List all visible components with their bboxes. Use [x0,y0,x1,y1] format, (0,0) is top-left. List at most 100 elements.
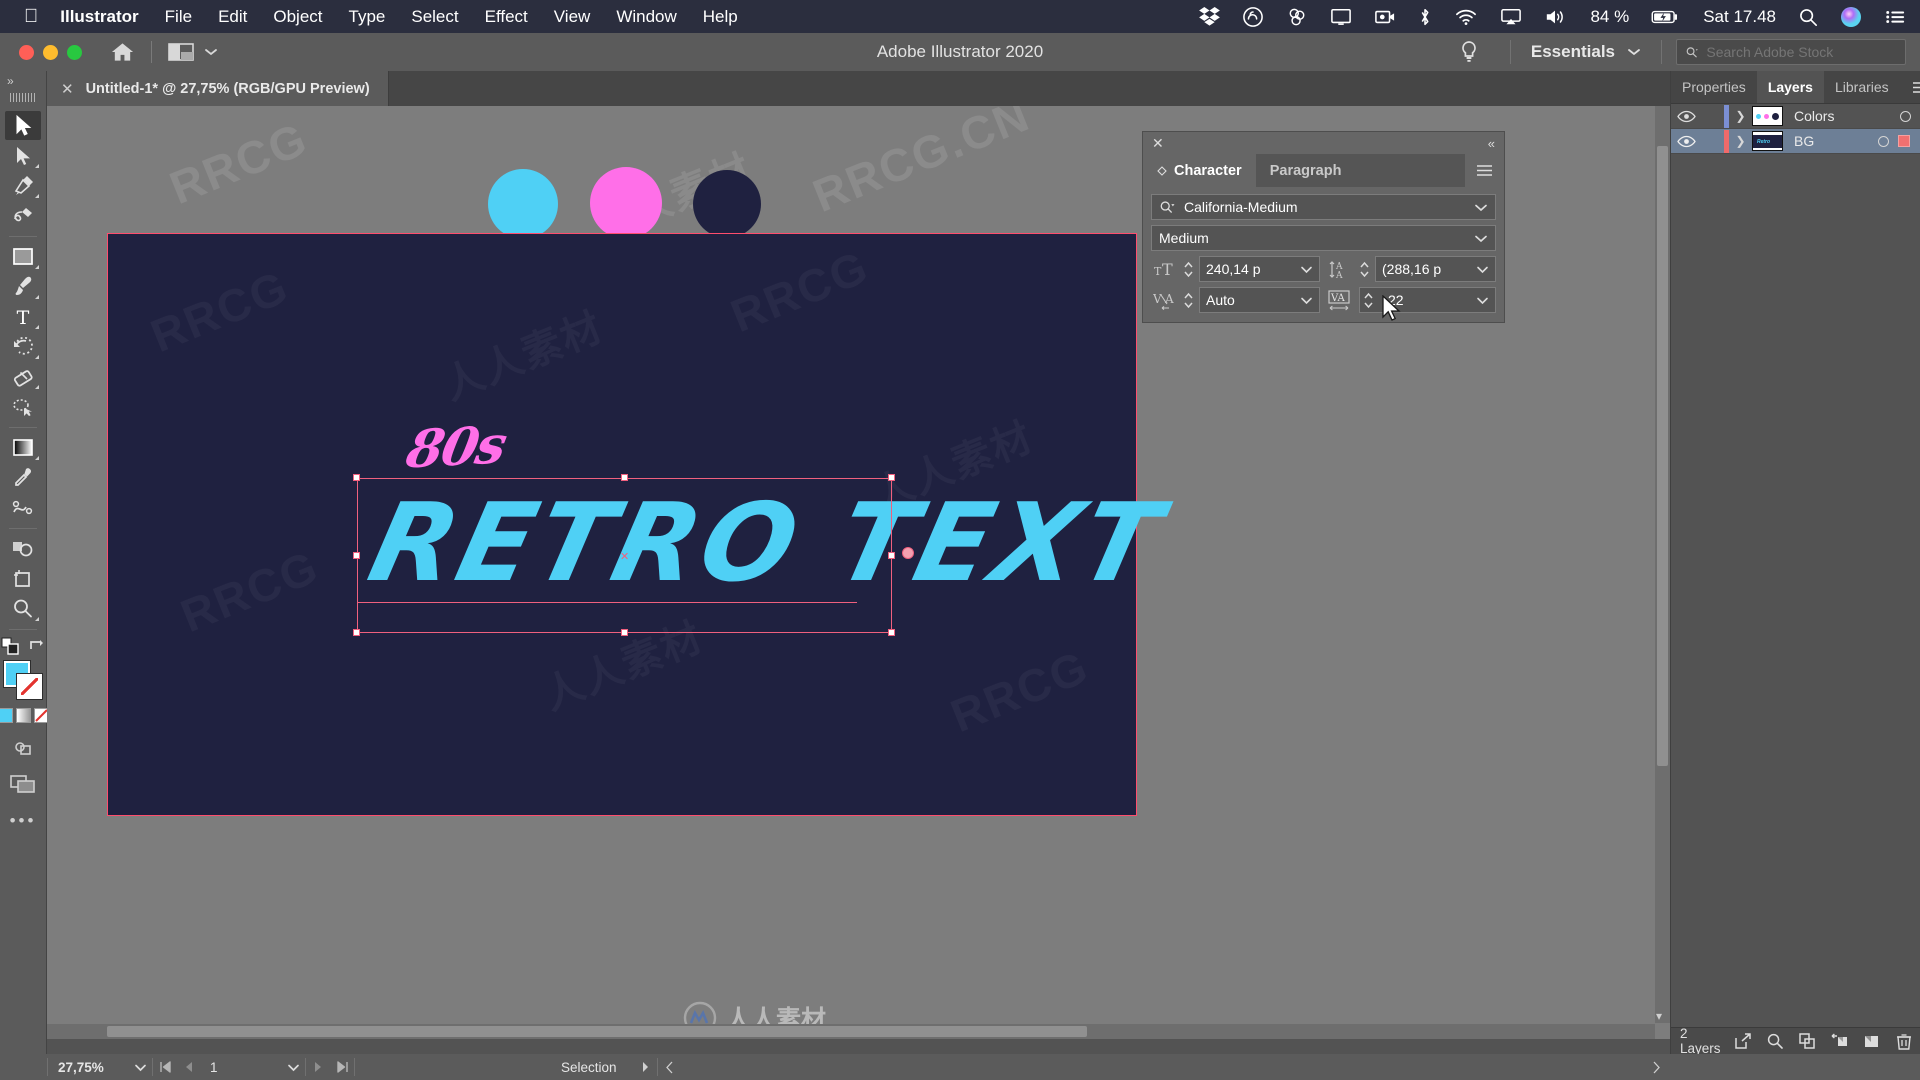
creative-cloud-icon[interactable] [1242,6,1264,27]
create-new-layer-icon[interactable] [1864,1033,1880,1049]
layer-selection-indicator[interactable] [1898,135,1910,147]
menu-item-file[interactable]: File [165,7,192,27]
eyedropper-tool[interactable] [5,463,41,492]
menu-item-object[interactable]: Object [273,7,322,27]
canvas-vscrollbar[interactable]: ▾ [1655,106,1670,1023]
type-tool[interactable]: T [5,302,41,331]
tracking-group[interactable]: VA 22 [1327,287,1496,313]
edit-toolbar-icon[interactable]: ••• [10,811,37,831]
font-size-field[interactable]: 240,14 p [1199,256,1320,282]
swatch-circle-navy[interactable] [693,170,761,238]
workspace-switcher[interactable]: Essentials [1525,42,1647,62]
eye-icon[interactable] [1671,110,1702,123]
close-window-button[interactable] [19,44,34,60]
discover-bulb-icon[interactable] [1442,39,1496,65]
screen-record-icon[interactable] [1374,7,1396,27]
dropbox-icon[interactable] [1199,7,1221,26]
menu-item-window[interactable]: Window [616,7,676,27]
selection-handle-br[interactable] [888,629,895,636]
first-artboard-button[interactable] [153,1061,177,1073]
pen-tool[interactable] [5,171,41,200]
menu-item-view[interactable]: View [554,7,591,27]
panel-menu-icon[interactable] [1465,154,1504,187]
airplay-icon[interactable] [1500,7,1522,27]
font-size-stepper[interactable] [1183,261,1194,278]
font-family-field[interactable]: California-Medium [1151,194,1496,220]
kerning-group[interactable]: VA Auto [1151,287,1320,313]
rectangle-tool[interactable] [5,242,41,271]
font-style-field[interactable]: Medium [1151,225,1496,251]
curvature-tool[interactable] [5,201,41,230]
layer-name[interactable]: Colors [1794,108,1834,124]
text-out-port[interactable] [902,547,914,559]
gradient-tool[interactable] [5,433,41,462]
chevron-down-icon[interactable] [1476,265,1489,274]
menubar-clock[interactable]: Sat 17.48 [1703,7,1776,27]
swap-fill-stroke-icon[interactable] [28,637,46,655]
maximize-window-button[interactable] [67,44,82,60]
selection-handle-bl[interactable] [353,629,360,636]
color-swatch-button[interactable] [0,708,13,723]
leading-group[interactable]: AA (288,16 p [1327,256,1496,282]
swatch-circle-cyan[interactable] [488,169,558,239]
scroll-right-icon[interactable] [1644,1061,1668,1074]
tab-paragraph[interactable]: Paragraph [1256,154,1356,187]
selection-handle-tl[interactable] [353,474,360,481]
shape-builder-tool[interactable] [5,534,41,563]
stroke-swatch-none[interactable] [16,673,43,700]
stock-search-field[interactable] [1676,39,1906,65]
prev-artboard-button[interactable] [177,1061,201,1073]
selection-handle-bm[interactable] [621,629,628,636]
home-icon[interactable] [110,41,135,63]
leading-field[interactable]: (288,16 p [1375,256,1496,282]
tab-properties[interactable]: Properties [1671,71,1757,103]
bluetooth-icon[interactable] [1418,7,1432,27]
delete-layer-icon[interactable] [1896,1033,1912,1050]
tab-libraries[interactable]: Libraries [1824,71,1900,103]
chevron-down-icon[interactable] [1476,296,1489,305]
close-icon[interactable]: ✕ [61,80,74,98]
target-circle-icon[interactable] [1878,135,1889,147]
selection-handle-mr[interactable] [888,552,895,559]
siri-icon[interactable] [1840,6,1862,28]
chevron-down-icon[interactable] [1300,265,1313,274]
paintbrush-tool[interactable] [5,272,41,301]
kerning-stepper[interactable] [1183,292,1194,309]
chevron-right-icon[interactable]: ❯ [1729,134,1752,148]
canvas-vscroll-thumb[interactable] [1657,146,1668,766]
create-new-sublayer-icon[interactable] [1831,1033,1848,1049]
tab-character[interactable]: Character [1143,154,1256,187]
spotlight-search-icon[interactable] [1798,7,1818,27]
release-to-layers-icon[interactable] [1734,1033,1751,1049]
scroll-down-icon[interactable]: ▾ [1656,1009,1662,1023]
battery-charging-icon[interactable] [1651,7,1679,27]
last-artboard-button[interactable] [330,1061,354,1073]
character-panel-titlebar[interactable]: ✕ « [1143,132,1504,154]
zoom-level-field[interactable]: 27,75% [48,1054,128,1080]
kerning-field[interactable]: Auto [1199,287,1320,313]
selection-handle-tm[interactable] [621,474,628,481]
selection-handle-tr[interactable] [888,474,895,481]
chevron-down-icon[interactable] [1300,296,1313,305]
display-icon[interactable] [1330,7,1352,27]
layer-name[interactable]: BG [1794,133,1814,149]
menu-item-select[interactable]: Select [411,7,458,27]
selection-tool[interactable] [5,111,41,140]
lasso-tool[interactable] [5,392,41,421]
tracking-field[interactable]: 22 [1359,287,1496,313]
artboard-tool[interactable] [5,564,41,593]
locate-object-icon[interactable] [1767,1033,1783,1049]
wifi-icon[interactable] [1454,7,1478,27]
scroll-left-icon[interactable] [658,1061,682,1074]
adobe-app-icon[interactable] [1286,7,1308,27]
draw-normal-icon[interactable] [5,733,41,762]
collapse-panel-icon[interactable]: « [1488,136,1495,151]
next-artboard-button[interactable] [306,1061,330,1073]
artboard-number-field[interactable]: 1 [201,1054,281,1080]
layer-row-bg[interactable]: ❯ Retro BG [1671,129,1920,154]
menu-item-effect[interactable]: Effect [485,7,528,27]
document-tab[interactable]: ✕ Untitled-1* @ 27,75% (RGB/GPU Preview) [47,71,389,106]
current-tool-label[interactable]: Selection [545,1060,633,1075]
search-input[interactable] [1706,44,1897,60]
screen-mode-icon[interactable] [5,769,41,798]
